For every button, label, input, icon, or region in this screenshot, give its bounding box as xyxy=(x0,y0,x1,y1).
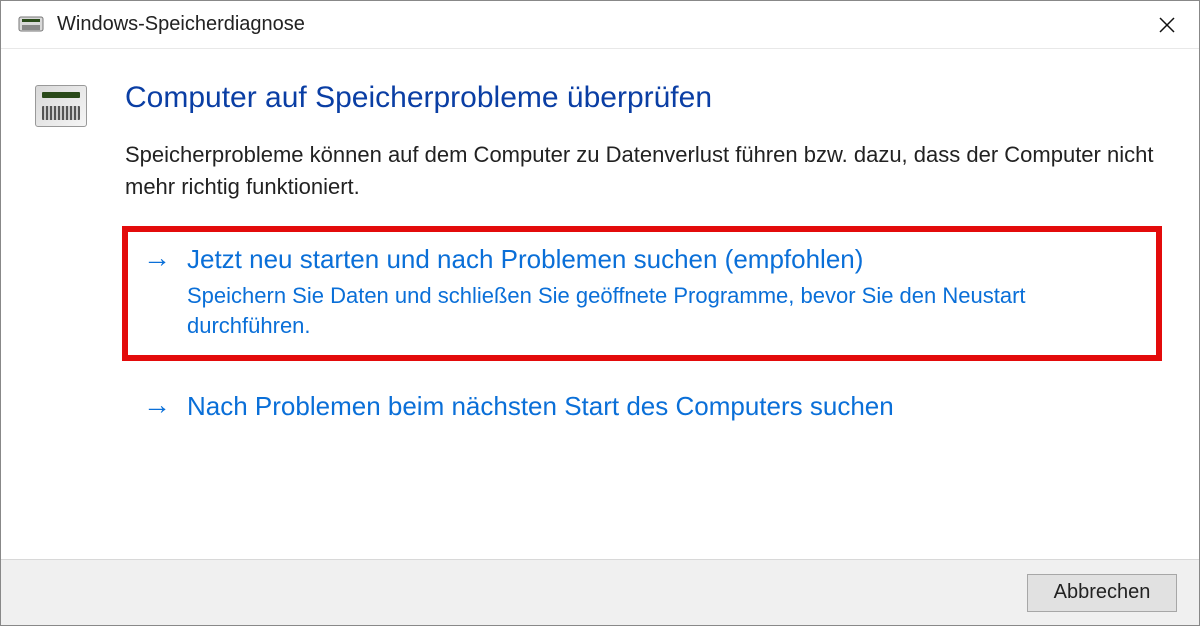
close-button[interactable] xyxy=(1143,5,1191,45)
dialog-footer: Abbrechen xyxy=(1,559,1199,625)
option-restart-now-subtitle: Speichern Sie Daten und schließen Sie ge… xyxy=(187,281,1141,343)
memory-chip-icon xyxy=(17,13,45,37)
titlebar: Windows-Speicherdiagnose xyxy=(1,1,1199,49)
dialog-heading: Computer auf Speicherprobleme überprüfen xyxy=(125,81,1159,115)
option-check-later-title: Nach Problemen beim nächsten Start des C… xyxy=(187,390,894,424)
window-title: Windows-Speicherdiagnose xyxy=(57,13,1143,36)
arrow-right-icon: → xyxy=(143,243,187,274)
arrow-right-icon: → xyxy=(143,390,187,421)
dialog-description: Speicherprobleme können auf dem Computer… xyxy=(125,139,1159,203)
dialog-content: Computer auf Speicherprobleme überprüfen… xyxy=(1,49,1199,458)
close-icon xyxy=(1158,16,1176,34)
option-restart-now[interactable]: → Jetzt neu starten und nach Problemen s… xyxy=(125,229,1159,358)
option-restart-now-title: Jetzt neu starten und nach Problemen suc… xyxy=(187,243,863,277)
option-check-later[interactable]: → Nach Problemen beim nächsten Start des… xyxy=(125,376,1159,440)
cancel-button[interactable]: Abbrechen xyxy=(1027,574,1177,612)
memory-module-icon xyxy=(25,81,97,127)
